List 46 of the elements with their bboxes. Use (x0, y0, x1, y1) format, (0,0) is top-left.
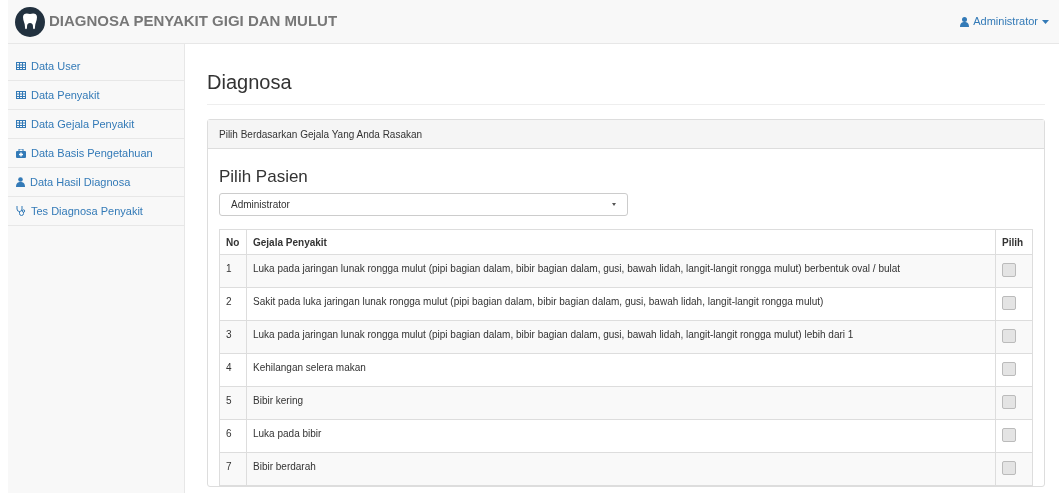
tooth-logo-icon (15, 6, 45, 37)
sidebar-item[interactable]: Data User (8, 52, 184, 81)
table-cell: 3 (219, 320, 247, 354)
checkbox[interactable] (1002, 428, 1016, 442)
table-cell: 1 (219, 254, 247, 288)
checkbox[interactable] (1002, 329, 1016, 343)
section-title: Pilih Pasien (219, 167, 309, 187)
table-icon (16, 62, 26, 70)
table-cell: Luka pada jaringan lunak rongga mulut (pipi bagian dalam, bibir bagian dalam, gusi, bawah lidah, langit-langit rongga mulut) berbentuk oval / bulat (246, 254, 996, 288)
table-cell: Bibir kering (246, 386, 996, 420)
caret-icon (1042, 19, 1049, 24)
table-cell: 4 (219, 353, 247, 387)
table-cell: 2 (219, 287, 247, 321)
table-cell: Kehilangan selera makan (246, 353, 996, 387)
column-header: Pilih (995, 229, 1033, 255)
table-icon (16, 91, 26, 99)
table-cell: Luka pada bibir (246, 419, 996, 453)
checkbox[interactable] (1002, 461, 1016, 475)
sidebar-item[interactable]: Data Penyakit (8, 81, 184, 110)
table-cell: 7 (219, 452, 247, 486)
column-header: Gejala Penyakit (246, 229, 996, 255)
sidebar-item[interactable]: Tes Diagnosa Penyakit (8, 197, 184, 226)
checkbox[interactable] (1002, 263, 1016, 277)
app-title: DIAGNOSA PENYAKIT GIGI DAN MULUT (49, 11, 338, 32)
user-menu[interactable]: Administrator (960, 13, 1049, 30)
stethoscope-icon (16, 206, 26, 216)
table-cell: 6 (219, 419, 247, 453)
patient-select[interactable]: Administrator (219, 193, 628, 216)
column-header: No (219, 229, 247, 255)
person-icon (16, 177, 25, 187)
checkbox[interactable] (1002, 362, 1016, 376)
table-cell: Luka pada jaringan lunak rongga mulut (pipi bagian dalam, bibir bagian dalam, gusi, bawah lidah, langit-langit rongga mulut) lebih dari 1 (246, 320, 996, 354)
panel-heading: Pilih Berdasarkan Gejala Yang Anda Rasakan (219, 127, 423, 142)
sidebar-item[interactable]: Data Gejala Penyakit (8, 110, 184, 139)
table-cell: Sakit pada luka jaringan lunak rongga mulut (pipi bagian dalam, bibir bagian dalam, gusi, bawah lidah, langit-langit rongga mulut) (246, 287, 996, 321)
table-cell: 5 (219, 386, 247, 420)
checkbox[interactable] (1002, 296, 1016, 310)
table-cell: Bibir berdarah (246, 452, 996, 486)
medkit-icon (16, 148, 26, 158)
user-icon (960, 16, 970, 27)
checkbox[interactable] (1002, 395, 1016, 409)
sidebar-item[interactable]: Data Basis Pengetahuan (8, 139, 184, 168)
page-title: Diagnosa (207, 67, 1045, 105)
caret-icon (612, 203, 616, 206)
table-icon (16, 120, 26, 128)
sidebar-item[interactable]: Data Hasil Diagnosa (8, 168, 184, 197)
